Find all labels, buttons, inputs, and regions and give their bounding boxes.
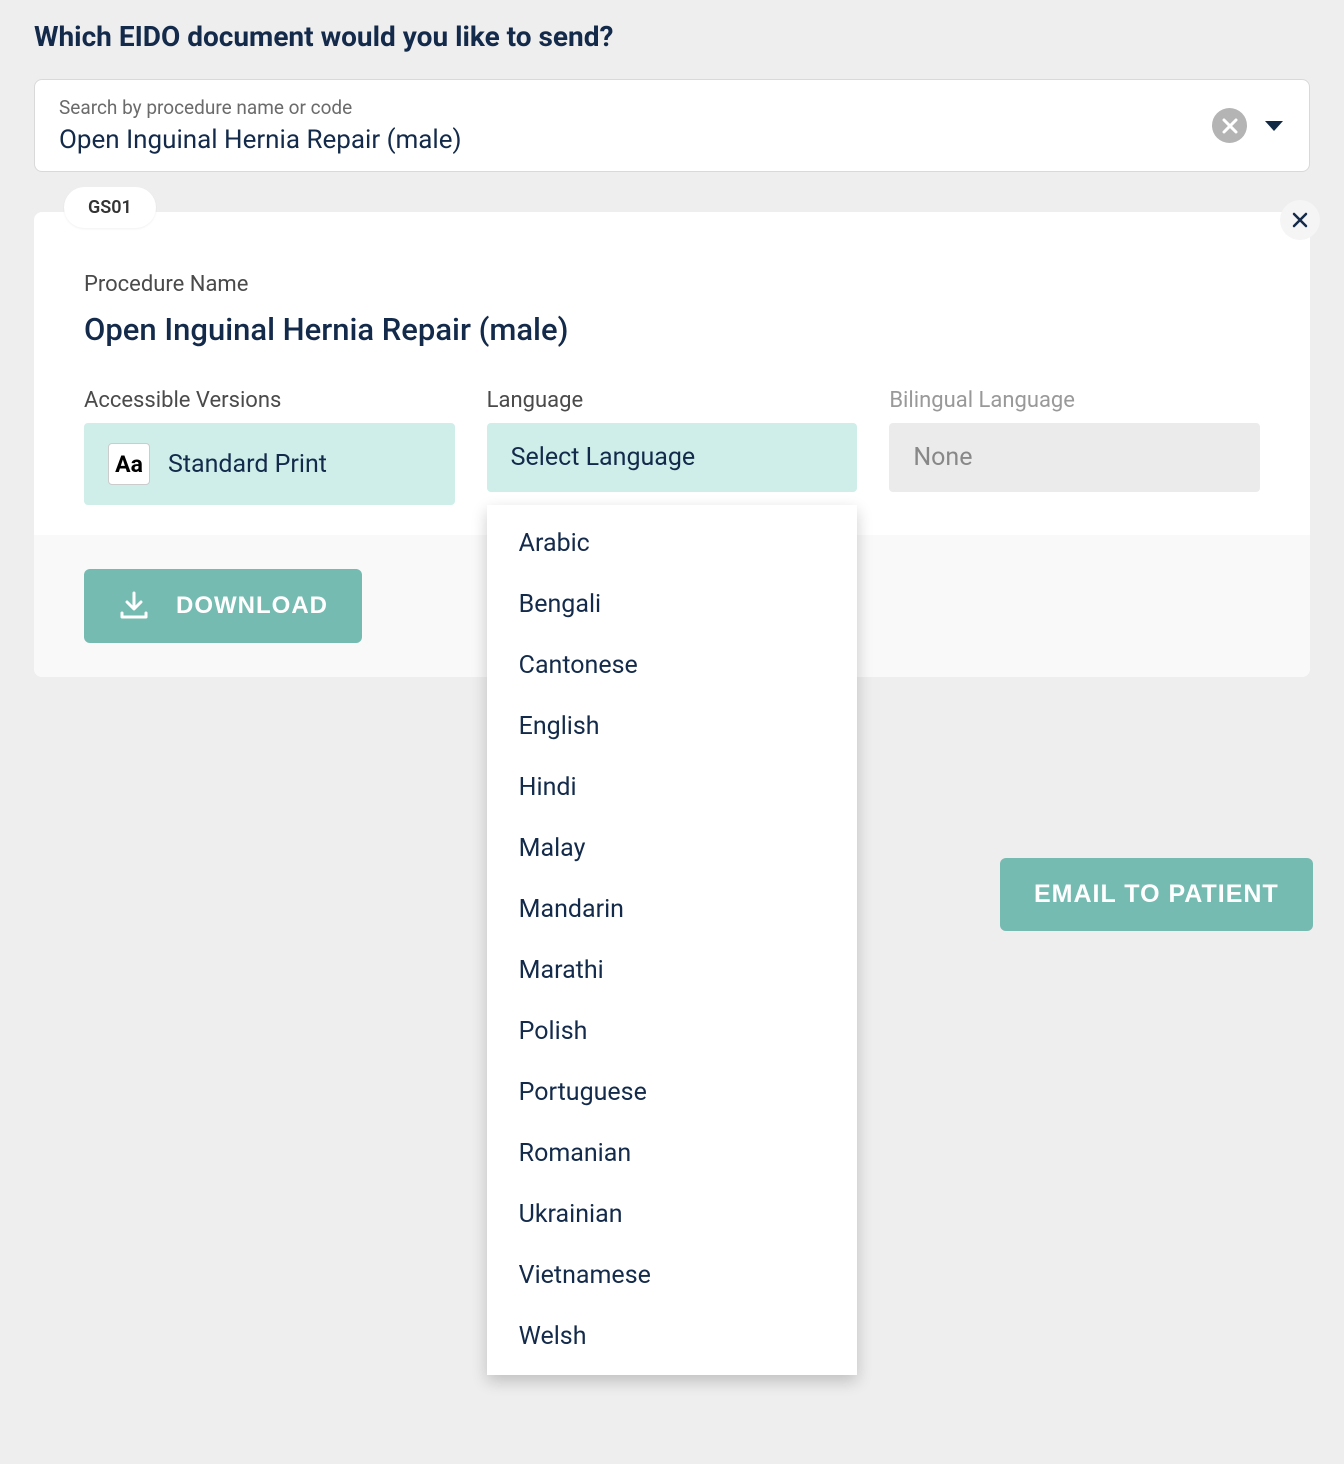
language-option[interactable]: Vietnamese [487,1245,858,1306]
bilingual-value: None [913,443,972,472]
language-option[interactable]: Hindi [487,757,858,818]
search-placeholder: Search by procedure name or code [59,96,1212,119]
email-label: EMAIL TO PATIENT [1034,880,1279,908]
accessible-versions-col: Accessible Versions Aa Standard Print [84,388,455,505]
aa-icon: Aa [108,443,150,485]
language-option[interactable]: Portuguese [487,1062,858,1123]
language-value: Select Language [511,443,696,472]
close-icon[interactable] [1280,200,1320,240]
language-option[interactable]: English [487,696,858,757]
language-option[interactable]: Ukrainian [487,1184,858,1245]
language-option[interactable]: Welsh [487,1306,858,1367]
procedure-name-label: Procedure Name [84,272,1260,297]
chevron-down-icon[interactable] [1263,118,1285,134]
procedure-name: Open Inguinal Hernia Repair (male) [84,311,1260,348]
language-option[interactable]: Romanian [487,1123,858,1184]
download-icon [118,591,150,621]
bilingual-col: Bilingual Language None [889,388,1260,505]
document-card: GS01 Procedure Name Open Inguinal Hernia… [34,212,1310,677]
accessible-versions-label: Accessible Versions [84,388,455,413]
language-option[interactable]: Marathi [487,940,858,1001]
language-label: Language [487,388,858,413]
language-option[interactable]: Cantonese [487,635,858,696]
procedure-code-badge: GS01 [64,187,156,228]
language-dropdown: ArabicBengaliCantoneseEnglishHindiMalayM… [487,505,858,1375]
page-title: Which EIDO document would you like to se… [34,20,1310,53]
language-option[interactable]: Arabic [487,513,858,574]
language-option[interactable]: Bengali [487,574,858,635]
language-select[interactable]: Select Language [487,423,858,492]
language-option[interactable]: Polish [487,1001,858,1062]
download-button[interactable]: DOWNLOAD [84,569,362,643]
accessible-versions-select[interactable]: Aa Standard Print [84,423,455,505]
search-box[interactable]: Search by procedure name or code Open In… [34,79,1310,172]
email-to-patient-button[interactable]: EMAIL TO PATIENT [1000,858,1313,931]
language-option[interactable]: Mandarin [487,879,858,940]
language-option[interactable]: Malay [487,818,858,879]
clear-icon[interactable] [1212,108,1247,143]
accessible-versions-value: Standard Print [168,450,327,479]
bilingual-select: None [889,423,1260,492]
download-label: DOWNLOAD [176,592,328,620]
language-col: Language Select Language ArabicBengaliCa… [487,388,858,505]
bilingual-label: Bilingual Language [889,388,1260,413]
search-value: Open Inguinal Hernia Repair (male) [59,125,1212,155]
